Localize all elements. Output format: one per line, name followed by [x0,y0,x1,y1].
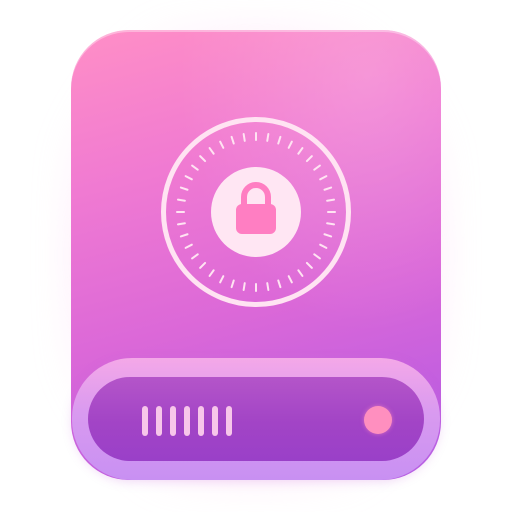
dial-tick [326,198,336,202]
vent-slot [212,406,218,436]
vent-slot [226,406,232,436]
dial-tick [326,222,336,226]
dial-tick [323,186,333,191]
dial-tick [305,155,313,163]
dial-tick [319,175,328,181]
dial-tick [230,135,235,145]
app-icon-canvas [0,0,512,512]
dial-tick [313,164,321,171]
dial-tick [266,132,270,142]
dial-tick [230,279,235,289]
dial-tick [313,253,321,260]
dial-tick [287,275,293,284]
dial-tick [277,135,282,145]
dial-tick [287,140,293,149]
dial-tick [305,261,313,269]
dial-tick [176,198,186,202]
padlock-icon [236,182,276,234]
status-led [364,406,392,434]
dial-tick [219,140,225,149]
dial-tick [242,282,246,292]
dial-tick [297,147,304,155]
dial-tick [191,253,199,260]
dial-tick [179,233,189,238]
dial-tick [266,282,270,292]
vent-slots [142,406,234,438]
vent-slot [198,406,204,436]
vent-slot [156,406,162,436]
dial-tick [179,186,189,191]
dial-tick [319,243,328,249]
dial-tick [297,269,304,277]
vent-slot [142,406,148,436]
dial-tick [184,243,193,249]
vent-slot [170,406,176,436]
dial-tick [199,155,207,163]
dial-tick [176,222,186,226]
dial-tick [199,261,207,269]
dial-tick [208,147,215,155]
dial-tick [219,275,225,284]
dial-tick [277,279,282,289]
dial-tick [184,175,193,181]
dial-tick [208,269,215,277]
dial-tick [191,164,199,171]
dial-tick [242,132,246,142]
dial-tick [323,233,333,238]
vent-slot [184,406,190,436]
